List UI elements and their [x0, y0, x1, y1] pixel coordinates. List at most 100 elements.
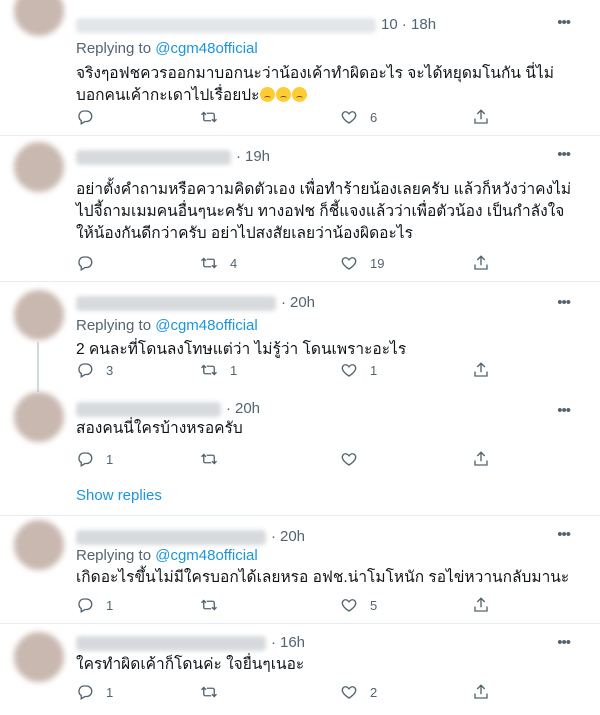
reply-tweet[interactable]: · 20h ••• Replying to @cgm48official 2 คน… — [0, 282, 600, 388]
heart-icon — [341, 599, 357, 612]
timestamp[interactable]: · 16h — [271, 634, 305, 651]
reply-tweet[interactable]: · 20h ••• Replying to @cgm48official เกิด… — [0, 516, 600, 624]
tweet-header: · 20h — [76, 400, 576, 420]
heart-icon — [341, 686, 357, 699]
reply-icon — [78, 452, 93, 467]
retweet-icon — [201, 686, 217, 698]
retweet-button[interactable]: 1 — [200, 359, 237, 381]
reply-button[interactable] — [76, 106, 106, 128]
reply-tweet[interactable]: · 16h ••• ใครทำผิดเค้าก็โดนค่ะ ใจยื่นๆเนอ… — [0, 624, 600, 715]
reply-count: 1 — [106, 684, 114, 700]
reply-button[interactable]: 1 — [76, 681, 113, 703]
tweet-header: 10 · 18h — [76, 16, 576, 36]
reply-count: 1 — [106, 451, 114, 467]
timestamp[interactable]: · 20h — [281, 294, 315, 311]
replying-to: Replying to @cgm48official — [76, 317, 258, 334]
reply-icon — [78, 363, 93, 378]
like-button[interactable]: 6 — [340, 106, 377, 128]
timestamp[interactable]: 10 · 18h — [381, 16, 436, 33]
retweet-button[interactable] — [200, 681, 230, 703]
reply-count: 3 — [106, 362, 114, 378]
timestamp-value: 19h — [245, 148, 271, 165]
share-icon — [474, 597, 488, 612]
replying-prefix: Replying to — [76, 547, 152, 564]
tweet-actions: 1 5 — [76, 594, 536, 616]
like-button[interactable] — [340, 448, 370, 470]
replying-to: Replying to @cgm48official — [76, 547, 258, 564]
author-name-blurred[interactable] — [76, 150, 231, 165]
timestamp[interactable]: · 20h — [226, 400, 260, 417]
share-button[interactable] — [472, 448, 490, 470]
reply-tweet[interactable]: · 19h ••• อย่าตั้งคำถามหรือความคิดตัวเอง … — [0, 136, 600, 282]
avatar[interactable] — [14, 142, 64, 192]
timestamp[interactable]: · 20h — [271, 528, 305, 545]
tweet-header: · 16h — [76, 634, 576, 654]
tweet-actions: 1 — [76, 448, 536, 470]
heart-icon — [341, 111, 357, 124]
retweet-count: 1 — [230, 362, 238, 378]
retweet-icon — [201, 364, 217, 376]
share-button[interactable] — [472, 594, 490, 616]
share-button[interactable] — [472, 681, 490, 703]
replying-handle[interactable]: @cgm48official — [155, 317, 258, 334]
avatar[interactable] — [14, 520, 64, 570]
tweet-actions: 6 — [76, 106, 536, 128]
author-name-blurred[interactable] — [76, 296, 276, 311]
reply-button[interactable]: 3 — [76, 359, 113, 381]
share-button[interactable] — [472, 359, 490, 381]
like-button[interactable]: 19 — [340, 252, 384, 274]
retweet-icon — [201, 111, 217, 123]
timestamp-value: 20h — [290, 294, 316, 311]
tweet-text: เกิดอะไรขึ้นไม่มีใครบอกได้เลยหรอ อฟช.น่า… — [76, 569, 570, 586]
avatar[interactable] — [14, 632, 64, 682]
replying-handle[interactable]: @cgm48official — [155, 547, 258, 564]
retweet-button[interactable]: 4 — [200, 252, 237, 274]
share-icon — [474, 451, 488, 466]
retweet-icon — [201, 599, 217, 611]
avatar[interactable] — [14, 290, 64, 340]
author-name-blurred[interactable] — [76, 530, 266, 545]
retweet-button[interactable] — [200, 106, 230, 128]
show-replies-link[interactable]: Show replies — [76, 487, 162, 504]
tweet-header: · 19h — [76, 148, 576, 168]
like-button[interactable]: 5 — [340, 594, 377, 616]
avatar[interactable] — [14, 392, 64, 442]
reply-feed: 10 · 18h ••• Replying to @cgm48official … — [0, 0, 600, 715]
timestamp-value: 20h — [235, 400, 261, 417]
reply-button[interactable]: 1 — [76, 448, 113, 470]
like-count: 5 — [370, 597, 378, 613]
avatar[interactable] — [14, 0, 64, 36]
heart-icon — [341, 257, 357, 270]
retweet-button[interactable] — [200, 448, 230, 470]
tweet-text-content: จริงๆอฟชควรออกมาบอกนะว่าน้องเค้าทำผิดอะไ… — [76, 65, 554, 104]
reply-button[interactable]: 1 — [76, 594, 113, 616]
tweet-header: · 20h — [76, 528, 576, 548]
worried-face-emoji-icon — [260, 87, 276, 102]
reply-button[interactable] — [76, 252, 106, 274]
share-button[interactable] — [472, 106, 490, 128]
more-options-icon[interactable]: ••• — [557, 14, 571, 31]
author-name-blurred[interactable] — [76, 18, 376, 33]
timestamp[interactable]: · 19h — [236, 148, 270, 165]
tweet-text: อย่าตั้งคำถามหรือความคิดตัวเอง เพื่อทำร้… — [76, 181, 572, 242]
heart-icon — [341, 364, 357, 377]
retweet-button[interactable] — [200, 594, 230, 616]
like-button[interactable]: 2 — [340, 681, 377, 703]
thread-connector-line — [37, 342, 39, 392]
tweet-text: 2 คนละที่โดนลงโทษแต่ว่า ไม่รู้ว่า โดนเพร… — [76, 341, 407, 358]
share-button[interactable] — [472, 252, 490, 274]
like-count: 6 — [370, 109, 378, 125]
timestamp-value: 16h — [280, 634, 306, 651]
replying-handle[interactable]: @cgm48official — [155, 40, 258, 57]
heart-icon — [341, 453, 357, 466]
reply-tweet[interactable]: 10 · 18h ••• Replying to @cgm48official … — [0, 0, 600, 136]
more-options-icon[interactable]: ••• — [557, 634, 571, 651]
like-button[interactable]: 1 — [340, 359, 377, 381]
more-options-icon[interactable]: ••• — [557, 526, 571, 543]
author-name-blurred[interactable] — [76, 636, 266, 651]
more-options-icon[interactable]: ••• — [557, 146, 571, 163]
author-name-blurred[interactable] — [76, 402, 221, 417]
more-options-icon[interactable]: ••• — [557, 402, 571, 419]
reply-icon — [78, 256, 93, 271]
more-options-icon[interactable]: ••• — [557, 294, 571, 311]
